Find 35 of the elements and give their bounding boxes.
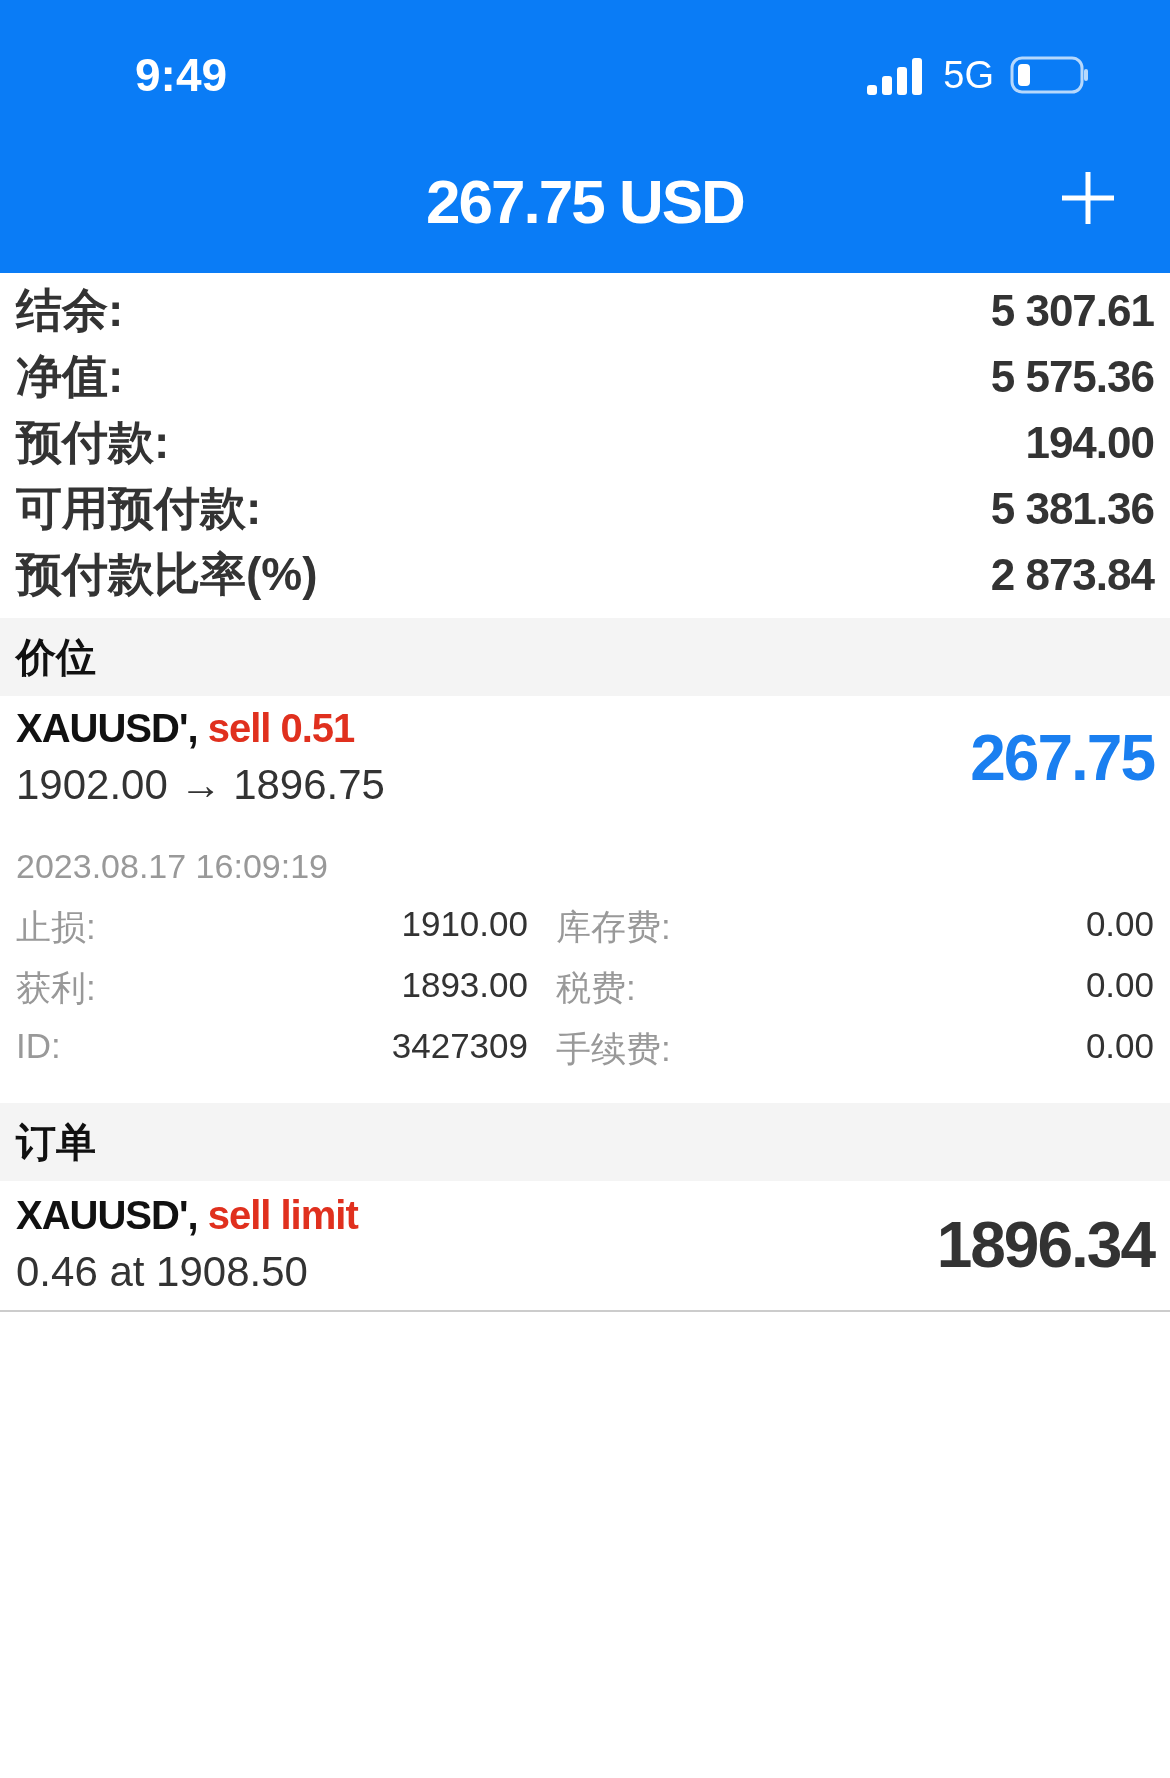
detail-value: 0.00 <box>1084 1026 1154 1067</box>
network-label: 5G <box>943 53 994 97</box>
order-price: 1896.34 <box>936 1207 1154 1282</box>
position-symbol: XAUUSD', sell 0.51 <box>16 706 356 751</box>
position-profit: 267.75 <box>970 720 1154 795</box>
detail-label: 止损: <box>16 906 97 948</box>
detail-value: 3427309 <box>390 1026 528 1067</box>
detail-value: 0.00 <box>1084 965 1154 1006</box>
order-detail: 0.46 at 1908.50 <box>16 1248 309 1296</box>
status-time: 9:49 <box>135 48 228 102</box>
account-value: 5 307.61 <box>990 286 1154 336</box>
account-label: 可用预付款: <box>16 481 262 536</box>
account-label: 预付款比率(%) <box>16 547 318 602</box>
detail-value: 1910.00 <box>400 904 528 945</box>
detail-value: 0.00 <box>1084 904 1154 945</box>
detail-label: 手续费: <box>555 1028 672 1070</box>
detail-value: 1893.00 <box>400 965 528 1006</box>
account-value: 194.00 <box>1025 418 1154 468</box>
section-title: 订单 <box>16 1118 96 1166</box>
position-prices: 1902.00 → 1896.75 <box>16 761 385 809</box>
section-title: 价位 <box>16 633 96 681</box>
account-label: 净值: <box>16 349 124 404</box>
battery-icon <box>1010 55 1090 95</box>
account-value: 2 873.84 <box>990 550 1154 600</box>
account-value: 5 381.36 <box>990 484 1154 534</box>
detail-label: 税费: <box>555 967 637 1009</box>
header-title: 267.75 USD <box>426 166 744 237</box>
position-time: 2023.08.17 16:09:19 <box>16 847 329 886</box>
detail-label: ID: <box>16 1026 62 1067</box>
order-symbol: XAUUSD', sell limit <box>16 1193 358 1238</box>
detail-label: 库存费: <box>555 906 672 948</box>
detail-label: 获利: <box>16 967 97 1009</box>
account-label: 结余: <box>16 283 124 338</box>
account-label: 预付款: <box>16 415 170 470</box>
account-value: 5 575.36 <box>990 352 1154 402</box>
